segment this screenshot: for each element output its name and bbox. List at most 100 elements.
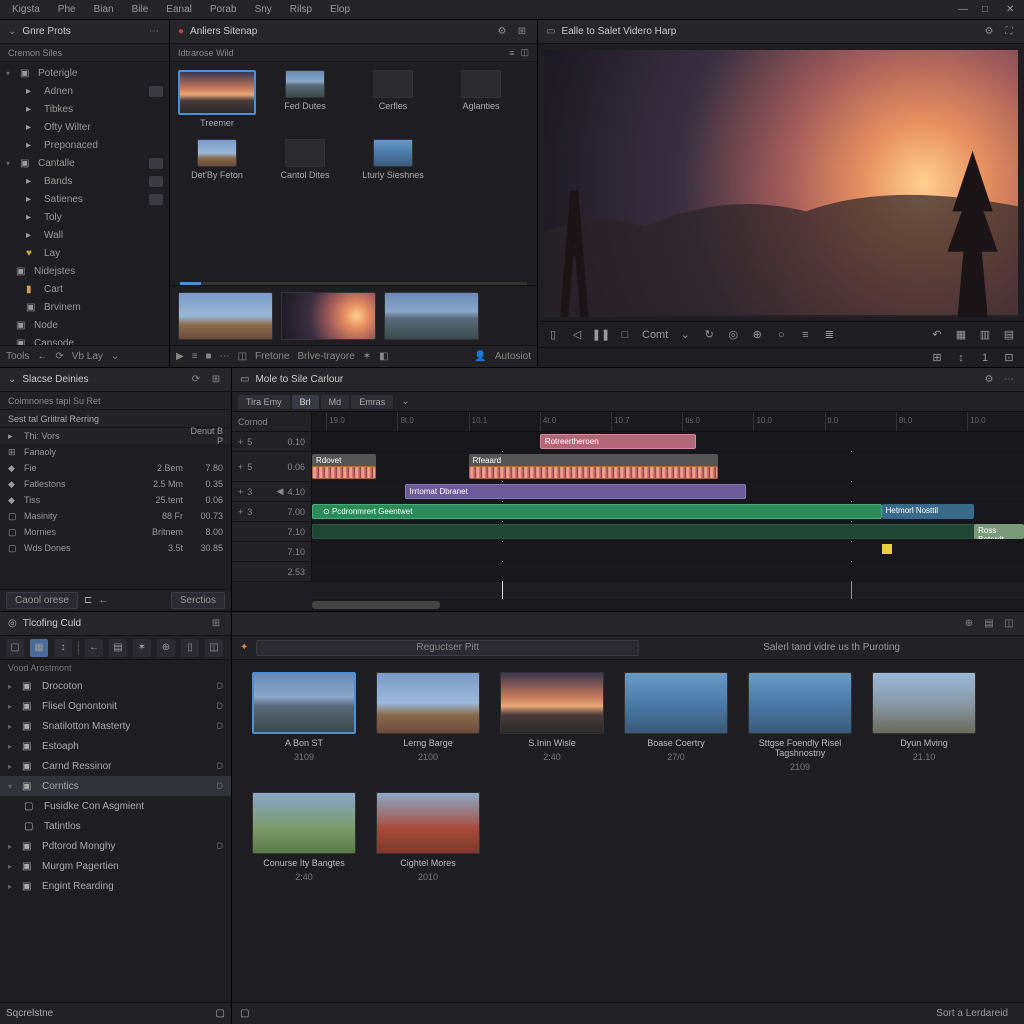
- video-viewer[interactable]: [544, 50, 1018, 315]
- track[interactable]: +50.10 Rotreertheroen: [232, 432, 1024, 452]
- tool-icon[interactable]: ⊕: [962, 617, 976, 631]
- back-icon[interactable]: ←: [85, 639, 103, 657]
- marker[interactable]: [882, 544, 892, 554]
- prop-row[interactable]: ▢Wds Dones3.5t30.85: [0, 540, 231, 556]
- effect-item[interactable]: ▸▣Estoaph: [0, 736, 231, 756]
- media-thumb[interactable]: Aglanties: [442, 70, 520, 129]
- person-icon[interactable]: 👤: [474, 351, 486, 362]
- chevron-down-icon[interactable]: ⌄: [111, 351, 119, 362]
- strip-thumb[interactable]: [281, 292, 376, 340]
- footer-button[interactable]: Serctios: [171, 592, 225, 609]
- tree-item[interactable]: ▸Adnen: [0, 82, 169, 100]
- clip-thumb[interactable]: Conurse Ity Bangtes2:40: [252, 792, 356, 882]
- tree-item[interactable]: ▾▣Cantalle: [0, 154, 169, 172]
- tree-item[interactable]: ▸Toly: [0, 208, 169, 226]
- panel-menu-icon[interactable]: ⋯: [147, 25, 161, 39]
- clip-thumb[interactable]: Sttgse Foendly Risel Tagshnostny2109: [748, 672, 852, 772]
- media-thumb[interactable]: Cantol Dites: [266, 139, 344, 181]
- chevron-down-icon[interactable]: ⌄: [401, 396, 409, 407]
- tool-icon[interactable]: 1: [978, 351, 992, 365]
- tool-icon[interactable]: ▥: [978, 328, 992, 342]
- effect-item[interactable]: ▸▣Pdtorod MonghyD: [0, 836, 231, 856]
- effect-item[interactable]: ▸▣Murgm Pagertien: [0, 856, 231, 876]
- tool-icon[interactable]: ≡: [798, 328, 812, 342]
- menu-item[interactable]: Porab: [202, 2, 245, 17]
- tree-item[interactable]: ▸Wall: [0, 226, 169, 244]
- tool-icon[interactable]: ↕: [54, 639, 72, 657]
- menu-item[interactable]: Bian: [86, 2, 122, 17]
- prop-row[interactable]: ◆Fatlestons2.5 Mm0.35: [0, 476, 231, 492]
- tree-item[interactable]: ▾▣Poterigle: [0, 64, 169, 82]
- more-icon[interactable]: ⋯: [220, 351, 230, 362]
- clip[interactable]: Rotreertheroen: [540, 434, 697, 449]
- prop-row[interactable]: ⊞Fanaoly: [0, 444, 231, 460]
- tool-icon[interactable]: ▤: [1002, 328, 1016, 342]
- media-thumb[interactable]: Lturly Sieshnes: [354, 139, 432, 181]
- settings-icon[interactable]: ⚙: [982, 25, 996, 39]
- tool-icon[interactable]: ▯: [181, 639, 199, 657]
- tool-icon[interactable]: ◫: [205, 639, 223, 657]
- tool-icon[interactable]: ⊞: [209, 617, 223, 631]
- menu-item[interactable]: Eanal: [158, 2, 200, 17]
- tool-icon[interactable]: ◧: [379, 351, 388, 362]
- clip-audio[interactable]: [312, 466, 376, 479]
- clip-thumb[interactable]: Lerng Barge2100: [376, 672, 480, 772]
- clip-thumb[interactable]: A Bon ST3109: [252, 672, 356, 772]
- track[interactable]: 2.53: [232, 562, 1024, 582]
- tool-icon[interactable]: ⊕: [750, 328, 764, 342]
- menu-item[interactable]: Sny: [247, 2, 280, 17]
- chevron-down-icon[interactable]: ⌄: [8, 26, 16, 37]
- tab[interactable]: Brl: [292, 395, 319, 409]
- effect-item[interactable]: ▸▣Flisel OgnontonitD: [0, 696, 231, 716]
- clip[interactable]: ⊙ Pcdronmrert Geentwet: [312, 504, 882, 519]
- menu-item[interactable]: Elop: [322, 2, 358, 17]
- back-icon[interactable]: ←: [98, 595, 108, 606]
- tool-icon[interactable]: ◫: [238, 351, 247, 362]
- clip-audio[interactable]: [469, 466, 718, 479]
- label[interactable]: Comt: [642, 328, 668, 342]
- tool-icon[interactable]: ↕: [954, 351, 968, 365]
- clip-thumb[interactable]: Boase Coertry27/0: [624, 672, 728, 772]
- menu-item[interactable]: Kigsta: [4, 2, 48, 17]
- clip[interactable]: Ross Boterdt: [974, 524, 1024, 539]
- effect-item[interactable]: ▸▣Engint Rearding: [0, 876, 231, 896]
- tree-item[interactable]: ▮Cart: [0, 280, 169, 298]
- clip[interactable]: Irrtomat Dbranet: [405, 484, 747, 499]
- effect-item[interactable]: ▸▣Snatilotton MastertyD: [0, 716, 231, 736]
- media-thumb[interactable]: Fed Dutes: [266, 70, 344, 129]
- grid-icon[interactable]: ◫: [520, 47, 529, 58]
- close-icon[interactable]: ✕: [998, 2, 1014, 17]
- tool-icon[interactable]: ⊕: [157, 639, 175, 657]
- tool-icon[interactable]: ▢: [240, 1008, 249, 1019]
- tool-icon[interactable]: ✶: [363, 351, 371, 362]
- clip-thumb[interactable]: Cightel Mores2010: [376, 792, 480, 882]
- stop-icon[interactable]: ■: [206, 351, 212, 362]
- timeline-ruler[interactable]: Cornod 19.0 8t.0 10.1 4t.0 10.7 tis.0 10…: [232, 412, 1024, 432]
- menu-item[interactable]: Bile: [124, 2, 157, 17]
- toolbar-label[interactable]: Fretone: [255, 351, 289, 362]
- tree-item[interactable]: ▸Ofty Wilter: [0, 118, 169, 136]
- media-thumb[interactable]: Det'By Feton: [178, 139, 256, 181]
- tree-item[interactable]: ▸Bands: [0, 172, 169, 190]
- tool-icon[interactable]: ⊞: [930, 351, 944, 365]
- tool-icon[interactable]: ▦: [954, 328, 968, 342]
- track[interactable]: 7.10 Ross Boterdt: [232, 522, 1024, 542]
- tree-item[interactable]: ▣Cansode: [0, 334, 169, 345]
- footer-button[interactable]: Sort a Lerdareid: [928, 1006, 1016, 1021]
- track[interactable]: +50.06 Rdovet Rfeaard: [232, 452, 1024, 482]
- clip[interactable]: Hetmorl Nosttil: [882, 504, 975, 519]
- effect-item[interactable]: ▸▣DrocotonD: [0, 676, 231, 696]
- tree-item[interactable]: ▣Brvinem: [0, 298, 169, 316]
- tool-icon[interactable]: ▦: [30, 639, 48, 657]
- clip-thumb[interactable]: Dyun Mving21.10: [872, 672, 976, 772]
- tool-icon[interactable]: ≣: [822, 328, 836, 342]
- prop-row[interactable]: ◆Fie2.Bem7.80: [0, 460, 231, 476]
- track[interactable]: +37.00 ⊙ Pcdronmrert Geentwet Hetmorl No…: [232, 502, 1024, 522]
- tool-icon[interactable]: ▢: [216, 1008, 225, 1019]
- effect-item[interactable]: ▸▣Carnd RessinorD: [0, 756, 231, 776]
- grid-icon[interactable]: ⊞: [209, 373, 223, 387]
- prop-row[interactable]: ▢Masinity88 Fr00.73: [0, 508, 231, 524]
- refresh-icon[interactable]: ⟳: [55, 351, 63, 362]
- expand-icon[interactable]: ⛶: [1002, 25, 1016, 39]
- tool-icon[interactable]: ✶: [133, 639, 151, 657]
